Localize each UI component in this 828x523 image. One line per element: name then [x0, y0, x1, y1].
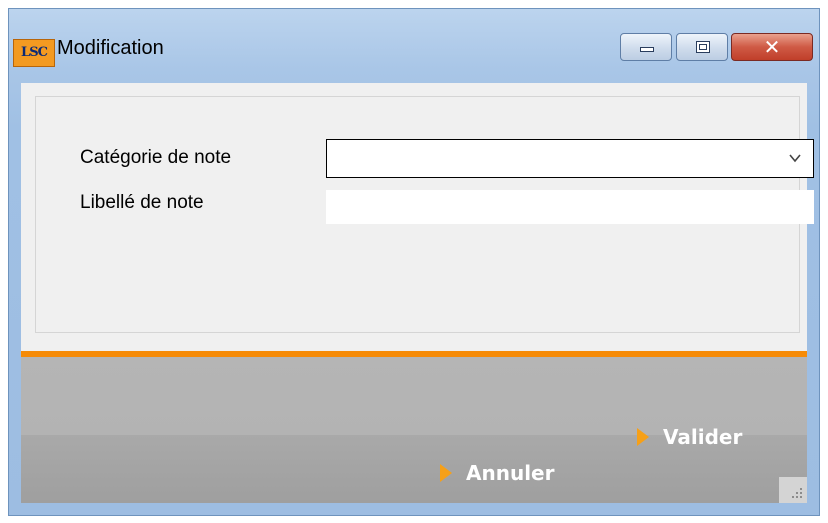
- valider-label: Valider: [663, 425, 743, 449]
- arrow-right-icon: [637, 428, 649, 446]
- valider-button[interactable]: Valider: [637, 425, 742, 449]
- chevron-down-icon: [789, 154, 801, 163]
- dialog-window: LSC Modification ✕ Catégorie de note Lib…: [8, 8, 820, 516]
- close-button[interactable]: ✕: [731, 33, 813, 61]
- annuler-button[interactable]: Annuler: [440, 461, 554, 485]
- maximize-button[interactable]: [676, 33, 728, 61]
- annuler-label: Annuler: [466, 461, 555, 485]
- window-title: Modification: [57, 37, 164, 59]
- maximize-icon: [696, 41, 710, 53]
- form-panel: Catégorie de note Libellé de note: [35, 96, 814, 333]
- minimize-button[interactable]: [620, 33, 672, 61]
- categorie-select[interactable]: [326, 139, 814, 178]
- close-icon: ✕: [763, 35, 781, 59]
- dialog-body: Catégorie de note Libellé de note Valide…: [21, 83, 814, 503]
- title-bar[interactable]: LSC Modification ✕: [9, 9, 819, 79]
- categorie-label: Catégorie de note: [80, 147, 232, 168]
- action-area: Valider Annuler: [21, 357, 807, 503]
- app-logo-icon: LSC: [13, 39, 55, 67]
- arrow-right-icon: [440, 464, 452, 482]
- minimize-icon: [640, 47, 654, 52]
- resize-grip-icon[interactable]: [779, 477, 807, 503]
- libelle-label: Libellé de note: [80, 192, 204, 213]
- libelle-input[interactable]: [326, 190, 814, 224]
